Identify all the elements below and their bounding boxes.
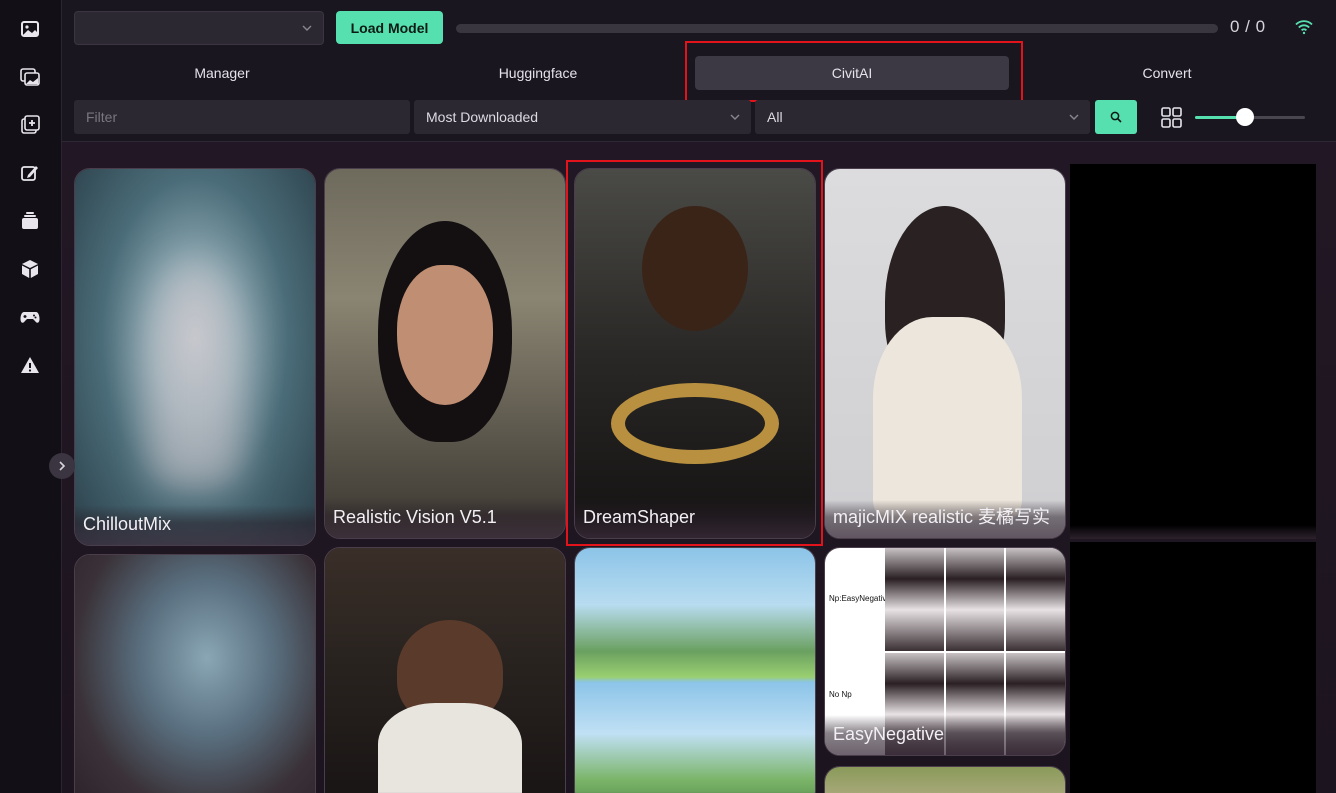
- add-layer-icon[interactable]: [19, 114, 41, 136]
- stack-icon[interactable]: [19, 210, 41, 232]
- wifi-icon: [1295, 20, 1313, 35]
- sidebar: [0, 0, 62, 793]
- model-card-row3-4[interactable]: [824, 766, 1066, 793]
- main-panel: Load Model 0 / 0 Manager Huggingface Civ…: [62, 0, 1336, 793]
- chevron-right-icon: [59, 461, 66, 471]
- tab-label: Huggingface: [498, 65, 578, 81]
- tab-label: CivitAI: [831, 65, 873, 81]
- tab-huggingface[interactable]: Huggingface: [390, 56, 686, 90]
- model-card-row2-1[interactable]: [74, 554, 316, 793]
- type-value: All: [767, 109, 783, 125]
- filter-input[interactable]: [74, 100, 410, 134]
- sidebar-collapse-button[interactable]: [49, 453, 75, 479]
- thumbnail-tag-bottom: No Np: [829, 690, 852, 699]
- grid-view-icon[interactable]: [1161, 107, 1182, 128]
- model-name: ChilloutMix: [75, 504, 315, 545]
- tab-convert[interactable]: Convert: [1022, 56, 1312, 90]
- model-thumbnail: [75, 555, 315, 793]
- model-card-unloaded[interactable]: [1070, 164, 1316, 539]
- tab-label: Manager: [194, 65, 250, 81]
- model-name: DreamShaper: [575, 497, 815, 538]
- model-card-row2-2[interactable]: [324, 547, 566, 793]
- slider-thumb[interactable]: [1235, 108, 1254, 126]
- chevron-down-icon: [302, 25, 312, 31]
- model-thumbnail: [575, 169, 815, 538]
- tab-label: Convert: [1142, 65, 1192, 81]
- thumbnail-tag-top: Np:EasyNegative: [829, 594, 891, 603]
- model-thumbnail: [75, 169, 315, 545]
- model-thumbnail: [325, 169, 565, 538]
- search-icon: [1110, 111, 1122, 123]
- model-card-row2-3[interactable]: [574, 547, 816, 793]
- search-button[interactable]: [1095, 100, 1137, 134]
- model-card-realistic-vision[interactable]: Realistic Vision V5.1: [324, 168, 566, 539]
- model-card-easynegative[interactable]: Np:EasyNegative No Np EasyNegative: [824, 547, 1066, 756]
- model-select[interactable]: [74, 11, 324, 45]
- model-card-unloaded[interactable]: [1070, 542, 1316, 793]
- model-thumbnail: [325, 548, 565, 793]
- thumbnail-cell: [885, 548, 944, 651]
- model-name: Realistic Vision V5.1: [325, 497, 565, 538]
- source-tabs: Manager Huggingface CivitAI Convert: [62, 56, 1336, 92]
- warning-icon[interactable]: [19, 354, 41, 376]
- edit-icon[interactable]: [19, 162, 41, 184]
- model-name: EasyNegative: [825, 714, 1065, 755]
- tab-civitai[interactable]: CivitAI: [695, 56, 1009, 90]
- progress-text: 0 / 0: [1230, 17, 1266, 36]
- thumbnail-cell: [945, 548, 1005, 651]
- model-card-majicmix[interactable]: majicMIX realistic 麦橘写实: [824, 168, 1066, 539]
- type-dropdown[interactable]: All: [755, 100, 1090, 134]
- model-thumbnail: [825, 767, 1065, 793]
- tab-manager[interactable]: Manager: [74, 56, 370, 90]
- gallery-icon[interactable]: [19, 66, 41, 88]
- cube-icon[interactable]: [19, 258, 41, 280]
- model-gallery: ChilloutMix Realistic Vision V5.1 DreamS…: [62, 142, 1336, 793]
- model-card-chilloutmix[interactable]: ChilloutMix: [74, 168, 316, 546]
- model-card-dreamshaper[interactable]: DreamShaper: [574, 168, 816, 539]
- model-thumbnail: [825, 169, 1065, 538]
- model-name: majicMIX realistic 麦橘写实: [825, 499, 1065, 538]
- sort-dropdown[interactable]: Most Downloaded: [414, 100, 751, 134]
- load-model-button[interactable]: Load Model: [336, 11, 443, 44]
- load-progress-bar: [456, 24, 1218, 33]
- model-name: [1070, 525, 1316, 539]
- top-toolbar: Load Model 0 / 0 Manager Huggingface Civ…: [62, 0, 1336, 142]
- chevron-down-icon: [1069, 114, 1079, 120]
- gamepad-icon[interactable]: [19, 306, 41, 328]
- model-thumbnail: [575, 548, 815, 793]
- chevron-down-icon: [730, 114, 740, 120]
- sort-value: Most Downloaded: [426, 109, 539, 125]
- thumbnail-cell: [1006, 548, 1065, 651]
- image-icon[interactable]: [19, 18, 41, 40]
- thumbnail-size-slider[interactable]: [1195, 108, 1305, 128]
